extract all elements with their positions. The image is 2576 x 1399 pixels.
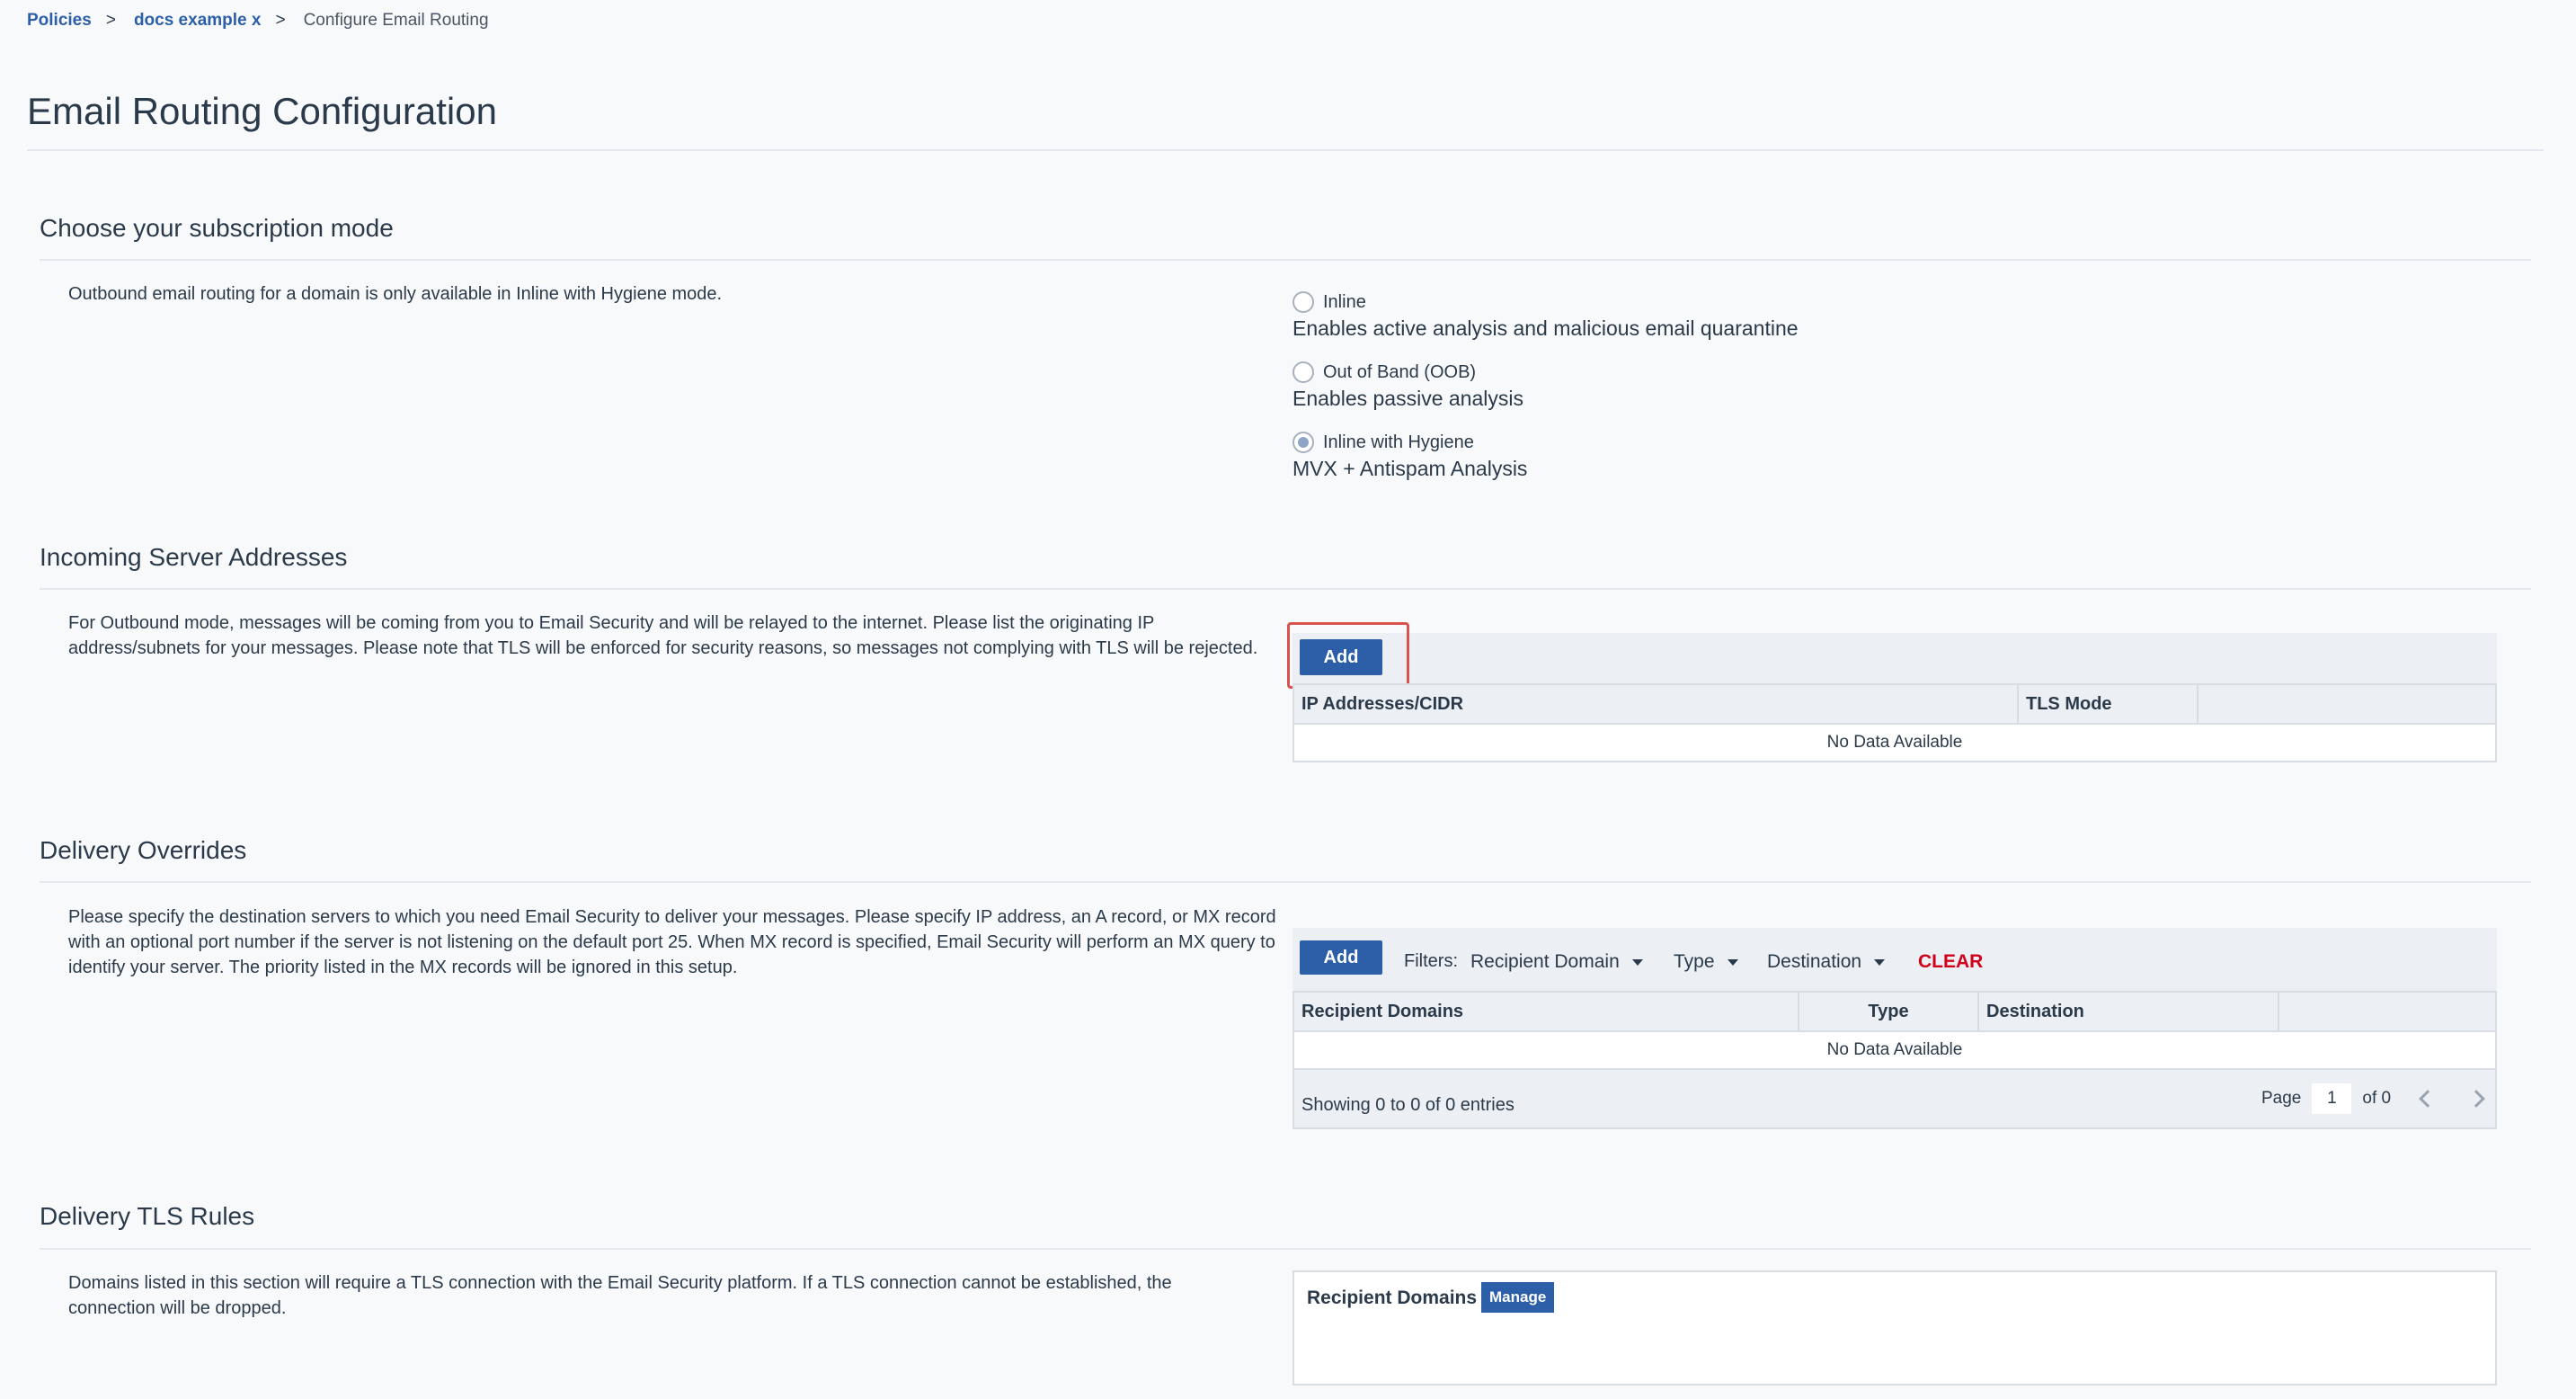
chevron-down-icon: [1631, 958, 1643, 966]
overrides-section-title: Delivery Overrides: [40, 836, 247, 864]
previous-page-icon[interactable]: [2419, 1090, 2437, 1108]
radio-oob[interactable]: [1292, 361, 1314, 383]
radio-inline[interactable]: [1292, 291, 1314, 313]
breadcrumb-policies-link[interactable]: Policies: [27, 11, 92, 31]
radio-inline-label: Inline: [1323, 291, 1366, 312]
filter-type-label: Type: [1674, 951, 1715, 972]
manage-button[interactable]: Manage: [1481, 1282, 1555, 1313]
radio-inline-hygiene-label: Inline with Hygiene: [1323, 432, 1474, 452]
overrides-add-button[interactable]: Add: [1300, 940, 1382, 975]
subscription-description: Outbound email routing for a domain is o…: [68, 284, 723, 304]
column-recipient-domains[interactable]: Recipient Domains: [1294, 993, 1799, 1030]
subscription-section-title: Choose your subscription mode: [40, 214, 394, 242]
overrides-table-header: Recipient Domains Type Destination: [1292, 991, 2497, 1032]
overrides-no-data: No Data Available: [1292, 1032, 2497, 1070]
filter-type-dropdown[interactable]: Type: [1674, 951, 1738, 973]
incoming-section-title: Incoming Server Addresses: [40, 543, 348, 571]
section-divider: [40, 881, 2531, 883]
filter-destination-dropdown[interactable]: Destination: [1767, 951, 1886, 973]
incoming-toolbar: [1292, 633, 2497, 683]
breadcrumb-domain-link[interactable]: docs example x: [134, 11, 262, 31]
section-divider: [40, 588, 2531, 590]
tls-section-title: Delivery TLS Rules: [40, 1202, 255, 1230]
subscription-option-oob[interactable]: Out of Band (OOB) Enables passive analys…: [1292, 361, 1523, 411]
overrides-description: Please specify the destination servers t…: [68, 907, 1276, 977]
chevron-down-icon: [1727, 958, 1738, 966]
incoming-add-button[interactable]: Add: [1300, 639, 1382, 675]
subscription-option-inline-hygiene[interactable]: Inline with Hygiene MVX + Antispam Analy…: [1292, 432, 1527, 481]
section-divider: [40, 1248, 2531, 1250]
tls-recipient-domains-label: Recipient Domains: [1307, 1288, 1478, 1308]
clear-filters-link[interactable]: CLEAR: [1918, 951, 1983, 973]
title-divider: [27, 149, 2544, 151]
breadcrumb: Policies > docs example x > Configure Em…: [27, 11, 489, 31]
chevron-down-icon: [1874, 958, 1886, 966]
page-label: Page: [2261, 1089, 2302, 1108]
breadcrumb-separator: >: [105, 11, 116, 30]
entries-count: Showing 0 to 0 of 0 entries: [1301, 1095, 1515, 1115]
page-title: Email Routing Configuration: [27, 90, 497, 132]
section-divider: [40, 259, 2531, 261]
column-ip-addresses[interactable]: IP Addresses/CIDR: [1294, 685, 2019, 723]
pagination: Page 1 of 0: [2261, 1083, 2485, 1114]
radio-inline-hygiene-description: MVX + Antispam Analysis: [1292, 457, 1528, 480]
incoming-table-header: IP Addresses/CIDR TLS Mode: [1292, 683, 2497, 725]
page-number-input[interactable]: 1: [2312, 1083, 2352, 1114]
page-of-label: of 0: [2362, 1089, 2392, 1108]
radio-oob-label: Out of Band (OOB): [1323, 361, 1477, 382]
next-page-icon[interactable]: [2467, 1090, 2485, 1108]
column-actions: [2198, 685, 2495, 723]
breadcrumb-current: Configure Email Routing: [303, 11, 489, 30]
breadcrumb-separator: >: [275, 11, 286, 30]
filter-recipient-domain-label: Recipient Domain: [1470, 951, 1620, 972]
radio-oob-description: Enables passive analysis: [1292, 387, 1523, 410]
column-destination[interactable]: Destination: [1979, 993, 2279, 1030]
incoming-no-data: No Data Available: [1292, 725, 2497, 762]
tls-description: Domains listed in this section will requ…: [68, 1273, 1172, 1318]
column-type[interactable]: Type: [1799, 993, 1979, 1030]
column-actions: [2279, 993, 2495, 1030]
subscription-option-inline[interactable]: Inline Enables active analysis and malic…: [1292, 291, 1799, 341]
radio-inline-hygiene[interactable]: [1292, 432, 1314, 453]
radio-inline-description: Enables active analysis and malicious em…: [1292, 316, 1799, 340]
filters-label: Filters:: [1404, 951, 1458, 971]
filter-destination-label: Destination: [1767, 951, 1862, 972]
column-tls-mode[interactable]: TLS Mode: [2019, 685, 2198, 723]
incoming-description: For Outbound mode, messages will be comi…: [68, 613, 1258, 658]
filter-recipient-domain-dropdown[interactable]: Recipient Domain: [1470, 951, 1643, 973]
